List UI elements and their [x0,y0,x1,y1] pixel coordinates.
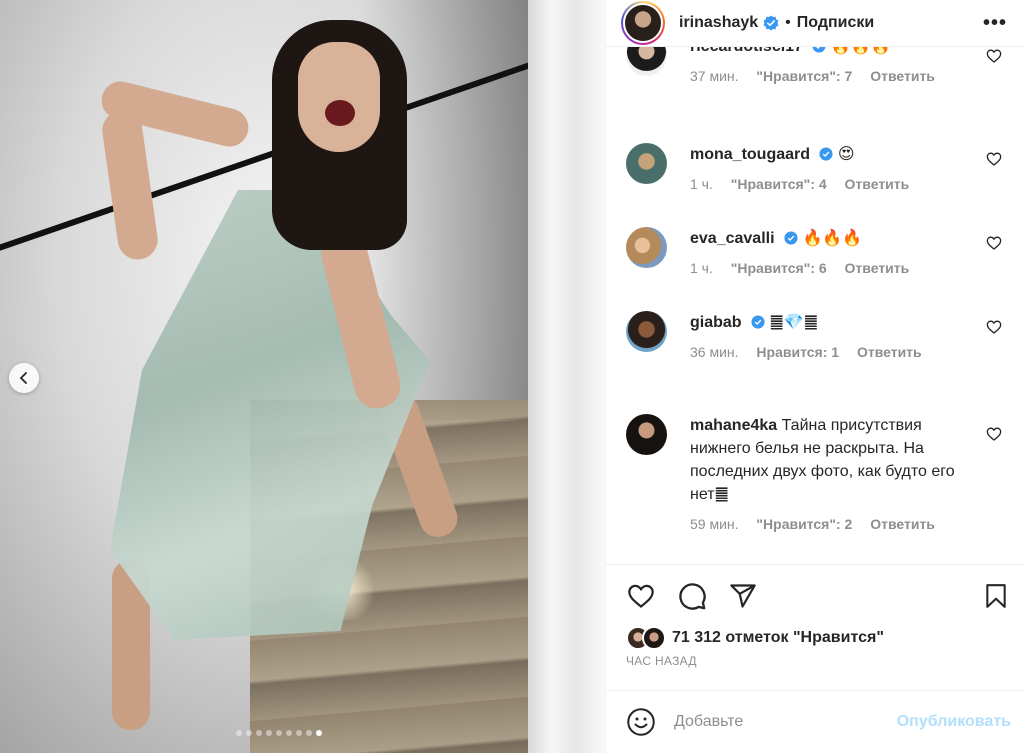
like-heart-icon[interactable] [626,582,656,610]
verified-badge-icon [812,47,826,53]
heart-icon[interactable] [986,235,1002,251]
comment-text: 🔥🔥🔥 [802,230,863,247]
likes-summary[interactable]: 71 312 отметок "Нравится" [626,626,884,650]
heart-icon[interactable] [986,426,1002,442]
comment-text: 🔥🔥🔥 [831,47,891,55]
header-separator: • [785,14,791,31]
comment-time[interactable]: 37 мин. [690,68,739,84]
post-side-panel: irinashayk • Подписки ••• riccardotisci1… [605,0,1024,753]
avatar[interactable] [626,227,667,268]
previous-photo-button[interactable] [9,363,39,393]
comment-meta: 1 ч. "Нравится": 6 Ответить [690,260,923,276]
avatar[interactable] [626,143,667,184]
avatar[interactable] [621,1,665,45]
comment-likes[interactable]: "Нравится": 2 [756,516,852,532]
comment-composer: Опубликовать [606,690,1024,753]
heart-icon[interactable] [986,151,1002,167]
reply-button[interactable]: Ответить [870,68,935,84]
comment-meta: 59 мин. "Нравится": 2 Ответить [690,516,949,532]
reply-button[interactable]: Ответить [870,516,935,532]
photo-arm [99,107,161,263]
comment-time[interactable]: 1 ч. [690,176,713,192]
reply-button[interactable]: Ответить [845,260,910,276]
verified-badge-icon [819,147,834,161]
heart-icon[interactable] [986,48,1002,64]
avatar[interactable] [626,47,667,76]
comment-likes[interactable]: "Нравится": 7 [756,68,852,84]
comment-likes[interactable]: "Нравится": 4 [731,176,827,192]
comment-input[interactable] [674,713,874,731]
post-header: irinashayk • Подписки ••• [606,0,1024,47]
avatar[interactable] [626,414,667,455]
comments-list[interactable]: riccardotisci17 🔥🔥🔥 37 мин. "Нравится": … [606,47,1024,564]
carousel-dot [246,730,252,736]
likes-count[interactable]: 71 312 отметок "Нравится" [672,629,884,647]
comment-bubble-icon[interactable] [678,582,707,611]
comment-username[interactable]: mona_tougaard [690,146,810,163]
carousel-dot [236,730,242,736]
photo-mouth [325,100,355,126]
comment-likes[interactable]: Нравится: 1 [756,344,839,360]
comment-text: ䷀💎䷀ [769,314,819,331]
reply-button[interactable]: Ответить [845,176,910,192]
header-username[interactable]: irinashayk [679,14,758,32]
verified-badge-icon [751,315,765,329]
carousel-indicator [236,730,322,736]
reply-button[interactable]: Ответить [857,344,922,360]
heart-icon[interactable] [986,319,1002,335]
photo-face [298,42,380,152]
post-actions: 71 312 отметок "Нравится" ЧАС НАЗАД [606,564,1024,690]
more-options-icon[interactable]: ••• [983,12,1007,35]
carousel-dot [266,730,272,736]
comment-time[interactable]: 36 мин. [690,344,739,360]
verified-badge-icon [784,231,798,245]
emoji-icon[interactable] [626,707,656,737]
chevron-left-icon [19,372,27,384]
photo-curtain [528,0,605,753]
verified-badge-icon [763,15,779,31]
comment-time[interactable]: 1 ч. [690,260,713,276]
post-timestamp[interactable]: ЧАС НАЗАД [626,654,697,668]
carousel-dot [306,730,312,736]
comment-time[interactable]: 59 мин. [690,516,739,532]
carousel-dot [256,730,262,736]
carousel-dot [296,730,302,736]
avatar [642,626,666,650]
following-button[interactable]: Подписки [797,14,874,32]
share-paper-plane-icon[interactable] [729,582,757,610]
comment-likes[interactable]: "Нравится": 6 [731,260,827,276]
comment-meta: 37 мин. "Нравится": 7 Ответить [690,68,949,84]
carousel-dot [276,730,282,736]
avatar[interactable] [626,311,667,352]
bookmark-icon[interactable] [983,582,1009,610]
post-photo[interactable] [0,0,605,753]
comment-meta: 36 мин. Нравится: 1 Ответить [690,344,936,360]
comment-text: 😍 [837,146,855,163]
carousel-dot [286,730,292,736]
publish-button[interactable]: Опубликовать [897,713,1011,731]
comment-username[interactable]: riccardotisci17 [690,47,803,55]
comment-username[interactable]: mahane4ka [690,417,777,434]
carousel-dot [316,730,322,736]
comment-meta: 1 ч. "Нравится": 4 Ответить [690,176,923,192]
comment-username[interactable]: eva_cavalli [690,230,775,247]
comment-username[interactable]: giabab [690,314,742,331]
